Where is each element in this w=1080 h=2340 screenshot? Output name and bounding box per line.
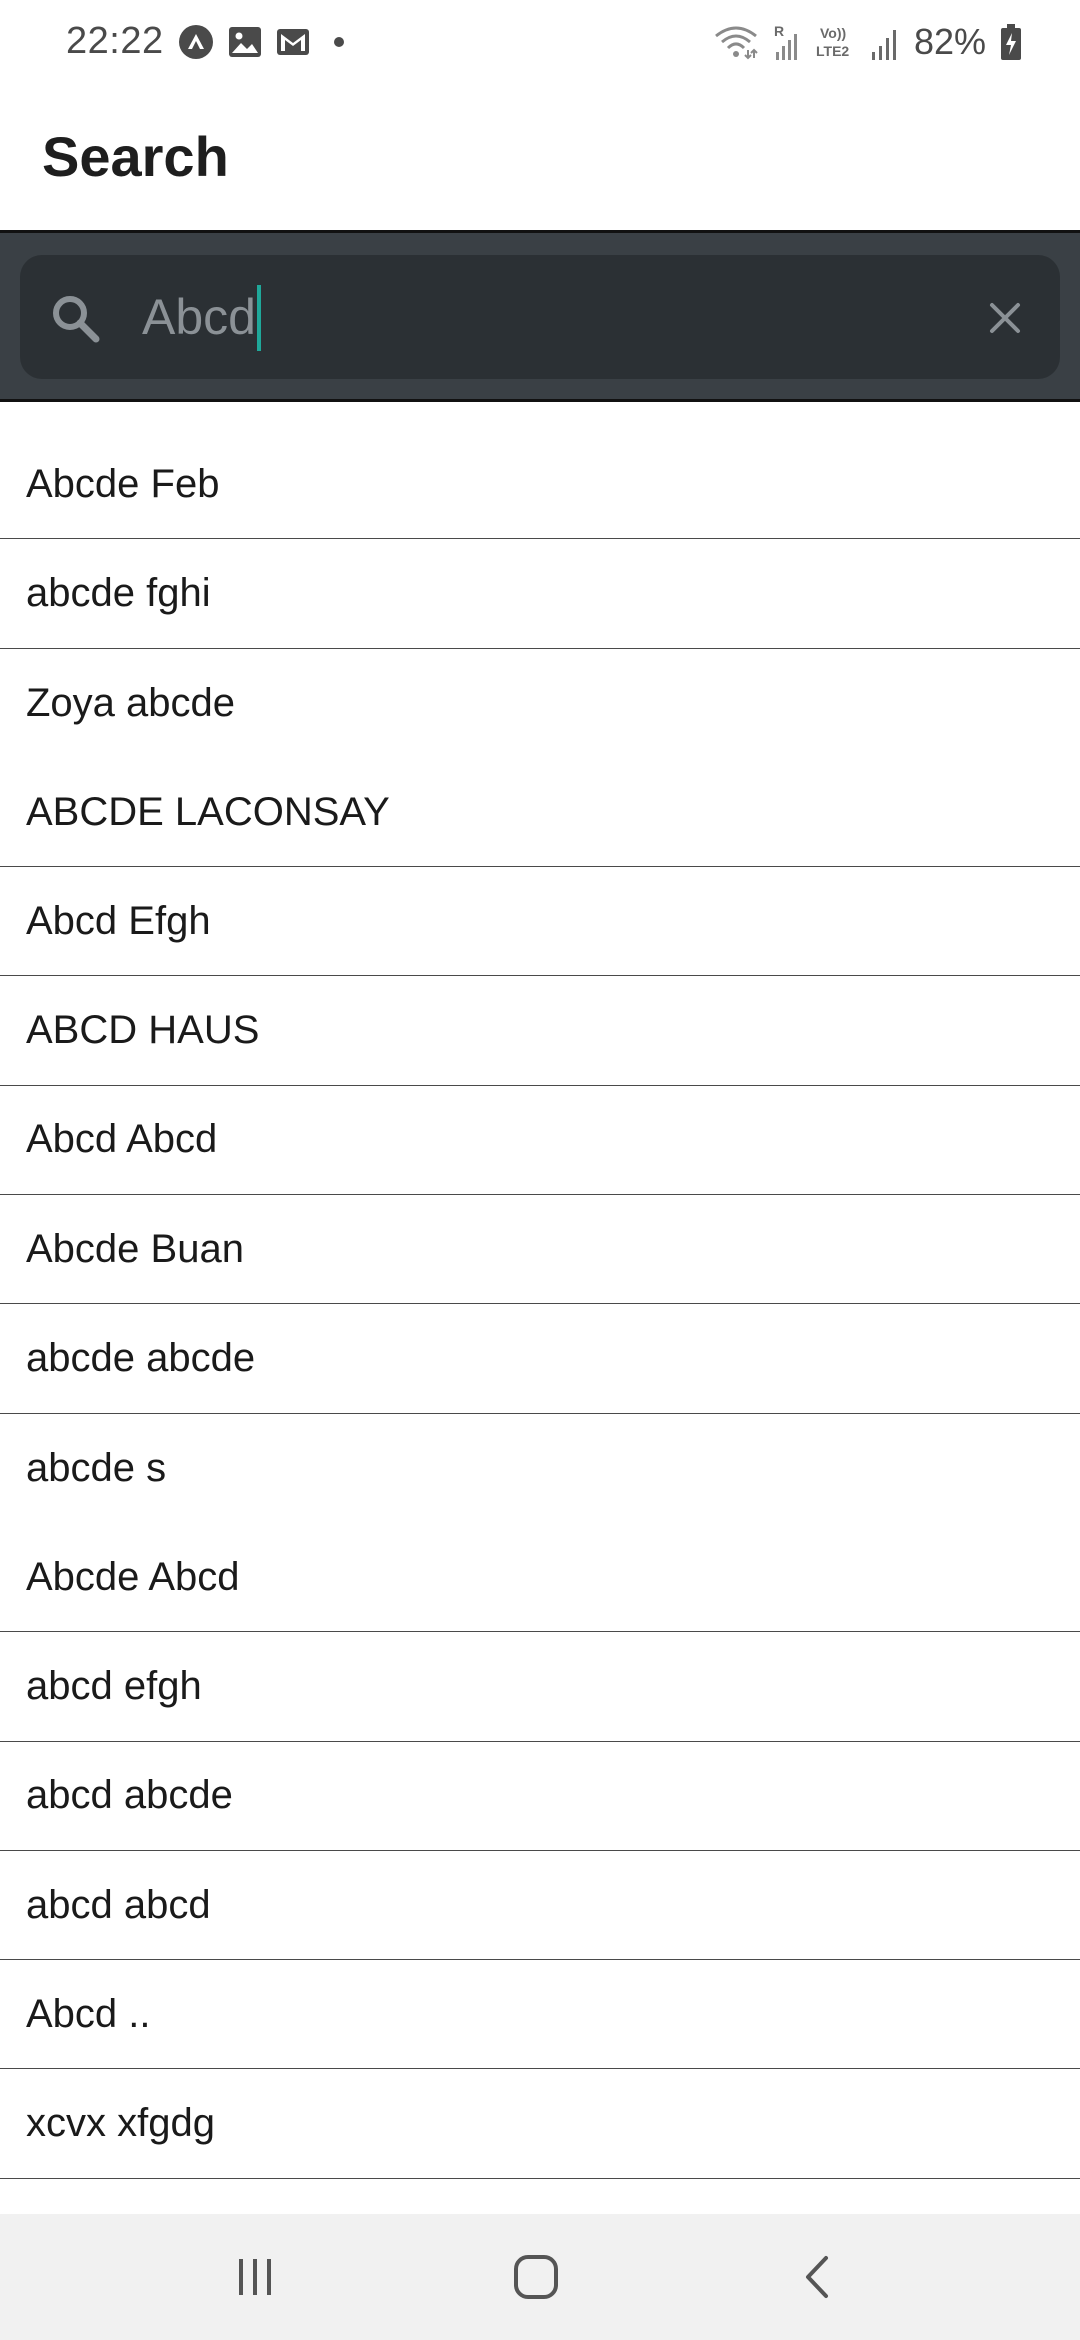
result-item[interactable]: abcde s [0,1414,1080,1523]
home-button[interactable] [501,2244,571,2310]
result-item[interactable]: ABCD HAUS [0,976,1080,1086]
search-bar-container: Abcd [0,230,1080,402]
gmail-icon [277,29,309,55]
result-item-label: Abcd Efgh [26,898,211,943]
result-item[interactable]: ABCDE LACONSAY [0,758,1080,868]
result-item[interactable]: abcd efgh [0,1632,1080,1742]
search-box[interactable]: Abcd [20,255,1060,379]
result-item-label: Abcd .. [26,1991,151,2036]
battery-percent: 82% [913,21,986,62]
dot-icon [334,37,344,47]
roaming-signal-icon: R [774,23,797,60]
battery-charging-icon [1001,24,1021,60]
app-bar: Search [0,84,1080,230]
result-item[interactable]: Zoya abcde [0,649,1080,758]
result-item-label: xcvx xfgdg [26,2101,215,2146]
search-input[interactable]: Abcd [142,284,261,351]
result-item[interactable]: Abcd Efgh [0,867,1080,977]
result-item[interactable]: abcde fghi [0,539,1080,649]
result-item-label: Zoya abcde [26,680,236,725]
status-time: 22:22 [66,20,164,62]
clear-search-icon[interactable] [980,293,1030,343]
result-item-label: abcde abcde [26,1336,256,1381]
result-item[interactable]: Abcd Abcd [0,1086,1080,1196]
result-item-label: Abcde Buan [26,1226,244,1271]
result-item-label: ABCDE LACONSAY [26,789,390,834]
notification-icons [178,24,354,60]
result-item-label: Abcde Feb [26,461,220,506]
roaming-label: R [774,23,784,39]
status-right: R Vo)) LTE2 82% [714,20,1022,64]
page-title: Search [42,125,229,188]
result-item-label: abcde s [26,1445,167,1490]
search-icon [53,296,100,343]
result-item-label: Abcd Abcd [26,1117,218,1162]
result-item[interactable]: abcd abcd [0,1851,1080,1961]
back-icon [806,2256,828,2298]
back-button[interactable] [783,2244,853,2310]
result-item-label: abcd efgh [26,1663,202,1708]
result-item-label: ABCD HAUS [26,1008,260,1053]
result-item-label: abcd abcde [26,1773,233,1818]
volte-label-top: Vo)) [820,25,846,41]
recents-button[interactable] [220,2244,290,2310]
volte-icon: Vo)) LTE2 [816,25,849,59]
arc-app-icon [179,25,213,59]
result-item[interactable]: Abcde Abcd [0,1523,1080,1633]
search-results-list: Abcde Feb abcde fghi Zoya abcde ABCDE LACON… [0,430,1080,2179]
result-item[interactable]: abcde abcde [0,1304,1080,1414]
result-item[interactable]: xcvx xfgdg [0,2069,1080,2179]
status-bar: 22:22 R Vo)) LTE2 82% [0,0,1080,84]
volte-label-bottom: LTE2 [816,43,849,59]
search-input-value: Abcd [142,289,256,345]
result-item[interactable]: Abcde Feb [0,430,1080,540]
system-nav-bar [0,2214,1080,2340]
gallery-icon [229,27,261,57]
signal-icon [871,30,896,60]
recents-icon [239,2259,271,2295]
result-item-label: Abcde Abcd [26,1554,240,1599]
result-item[interactable]: abcd abcde [0,1742,1080,1851]
result-item-label: abcde fghi [26,570,211,615]
home-icon [514,2255,558,2299]
result-item-label: abcd abcd [26,1882,211,1927]
text-caret [256,284,261,351]
result-item[interactable]: Abcd .. [0,1960,1080,2070]
result-item[interactable]: Abcde Buan [0,1195,1080,1305]
wifi-icon [715,26,758,60]
